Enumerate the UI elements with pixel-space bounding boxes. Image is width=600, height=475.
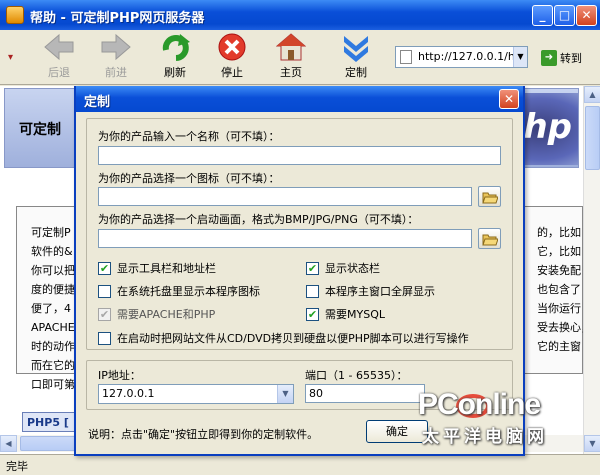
stop-label: 停止 [221,66,243,79]
scroll-left-icon[interactable]: ◀ [0,435,17,452]
port-input[interactable]: 80 [305,384,425,403]
home-icon [274,32,308,62]
forward-arrow-icon [99,32,133,62]
address-bar[interactable]: http://127.0.0.1/h-e ▼ [395,46,528,68]
customize-button[interactable]: 定制 [333,32,379,82]
pconline-watermark: PConline 太平洋电脑网 [418,388,600,450]
watermark-tagline: 太平洋电脑网 [422,427,548,447]
window-title: 帮助 - 可定制PHP网页服务器 [30,11,205,26]
dialog-titlebar[interactable]: 定制 [76,86,523,112]
back-label: 后退 [48,66,70,79]
dialog-note: 说明：点击"确定"按钮立即得到你的定制软件。 [88,428,319,441]
scroll-up-icon[interactable]: ▲ [584,86,600,103]
product-name-input[interactable] [98,146,501,165]
ip-label: IP地址： [98,369,141,382]
refresh-label: 刷新 [164,66,186,79]
ip-dropdown-icon[interactable]: ▼ [277,385,293,403]
ip-value: 127.0.0.1 [102,387,155,400]
watermark-brand: PConline [418,388,541,421]
app-icon [6,6,24,24]
splash-path-input[interactable] [98,229,472,248]
back-arrow-icon [42,32,76,62]
ip-address-select[interactable]: 127.0.0.1 ▼ [98,384,294,404]
page-icon [400,50,412,64]
back-button[interactable]: 后退 [36,32,82,82]
icon-label: 为你的产品选择一个图标（可不填）： [98,172,280,185]
dialog-title: 定制 [84,95,111,110]
address-text: http://127.0.0.1/h-e [418,50,526,63]
icon-path-input[interactable] [98,187,472,206]
browse-icon-button[interactable] [478,186,501,207]
refresh-button[interactable]: 刷新 [152,32,198,82]
fullscreen-checkbox[interactable]: 本程序主窗口全屏显示 [306,283,435,299]
browse-splash-button[interactable] [478,228,501,249]
name-label: 为你的产品输入一个名称（可不填）： [98,130,280,143]
maximize-button[interactable]: □ [554,5,575,26]
forward-label: 前进 [105,66,127,79]
address-dropdown-icon[interactable]: ▼ [513,47,527,67]
show-statusbar-checkbox[interactable]: ✔ 显示状态栏 [306,260,380,276]
refresh-icon [158,32,192,62]
home-label: 主页 [280,66,302,79]
status-bar: 完毕 [0,454,600,475]
goto-label: 转到 [560,52,582,65]
show-toolbar-checkbox[interactable]: ✔ 显示工具栏和地址栏 [98,260,216,276]
stop-icon [215,32,249,62]
status-text: 完毕 [6,460,28,473]
stop-button[interactable]: 停止 [209,32,255,82]
forward-button[interactable]: 前进 [93,32,139,82]
port-label: 端口（1 - 65535）： [305,369,408,382]
folder-open-icon [481,234,498,245]
tray-icon-checkbox[interactable]: 在系统托盘里显示本程序图标 [98,283,260,299]
page-header-title: 可定制 [19,122,61,138]
folder-open-icon [481,192,498,203]
dialog-close-button[interactable]: ✕ [499,89,519,109]
copy-to-disk-checkbox[interactable]: 在启动时把网站文件从CD/DVD拷贝到硬盘以便PHP脚本可以进行写操作 [98,330,469,346]
home-button[interactable]: 主页 [268,32,314,82]
php5-heading: PHP5 [ [22,412,82,432]
menu-arrow-icon[interactable]: ▾ [8,52,14,63]
minimize-button[interactable]: _ [532,5,553,26]
need-mysql-checkbox[interactable]: ✔ 需要MYSQL [306,306,385,322]
window-titlebar[interactable]: 帮助 - 可定制PHP网页服务器 _ □ ✕ [0,0,600,30]
splash-label: 为你的产品选择一个启动画面，格式为BMP/JPG/PNG（可不填）： [98,213,419,226]
close-button[interactable]: ✕ [576,5,597,26]
vertical-scroll-thumb[interactable] [585,106,600,170]
customize-label: 定制 [345,66,367,79]
need-apache-php-checkbox[interactable]: ✔ 需要APACHE和PHP [98,306,215,322]
goto-button[interactable]: ➜ 转到 [541,48,582,68]
goto-arrow-icon: ➜ [541,50,557,66]
intro-right-text: 的，比如它，比如安装免配也包含了当你运行受去换心，它的主窗 [537,226,583,353]
customize-chevron-icon [339,32,373,62]
intro-left-text: 可定制P 软件的& 你可以把 度的便捷 便了，4 APACHE 时的动作 而在它的 口即可第 [31,226,75,391]
